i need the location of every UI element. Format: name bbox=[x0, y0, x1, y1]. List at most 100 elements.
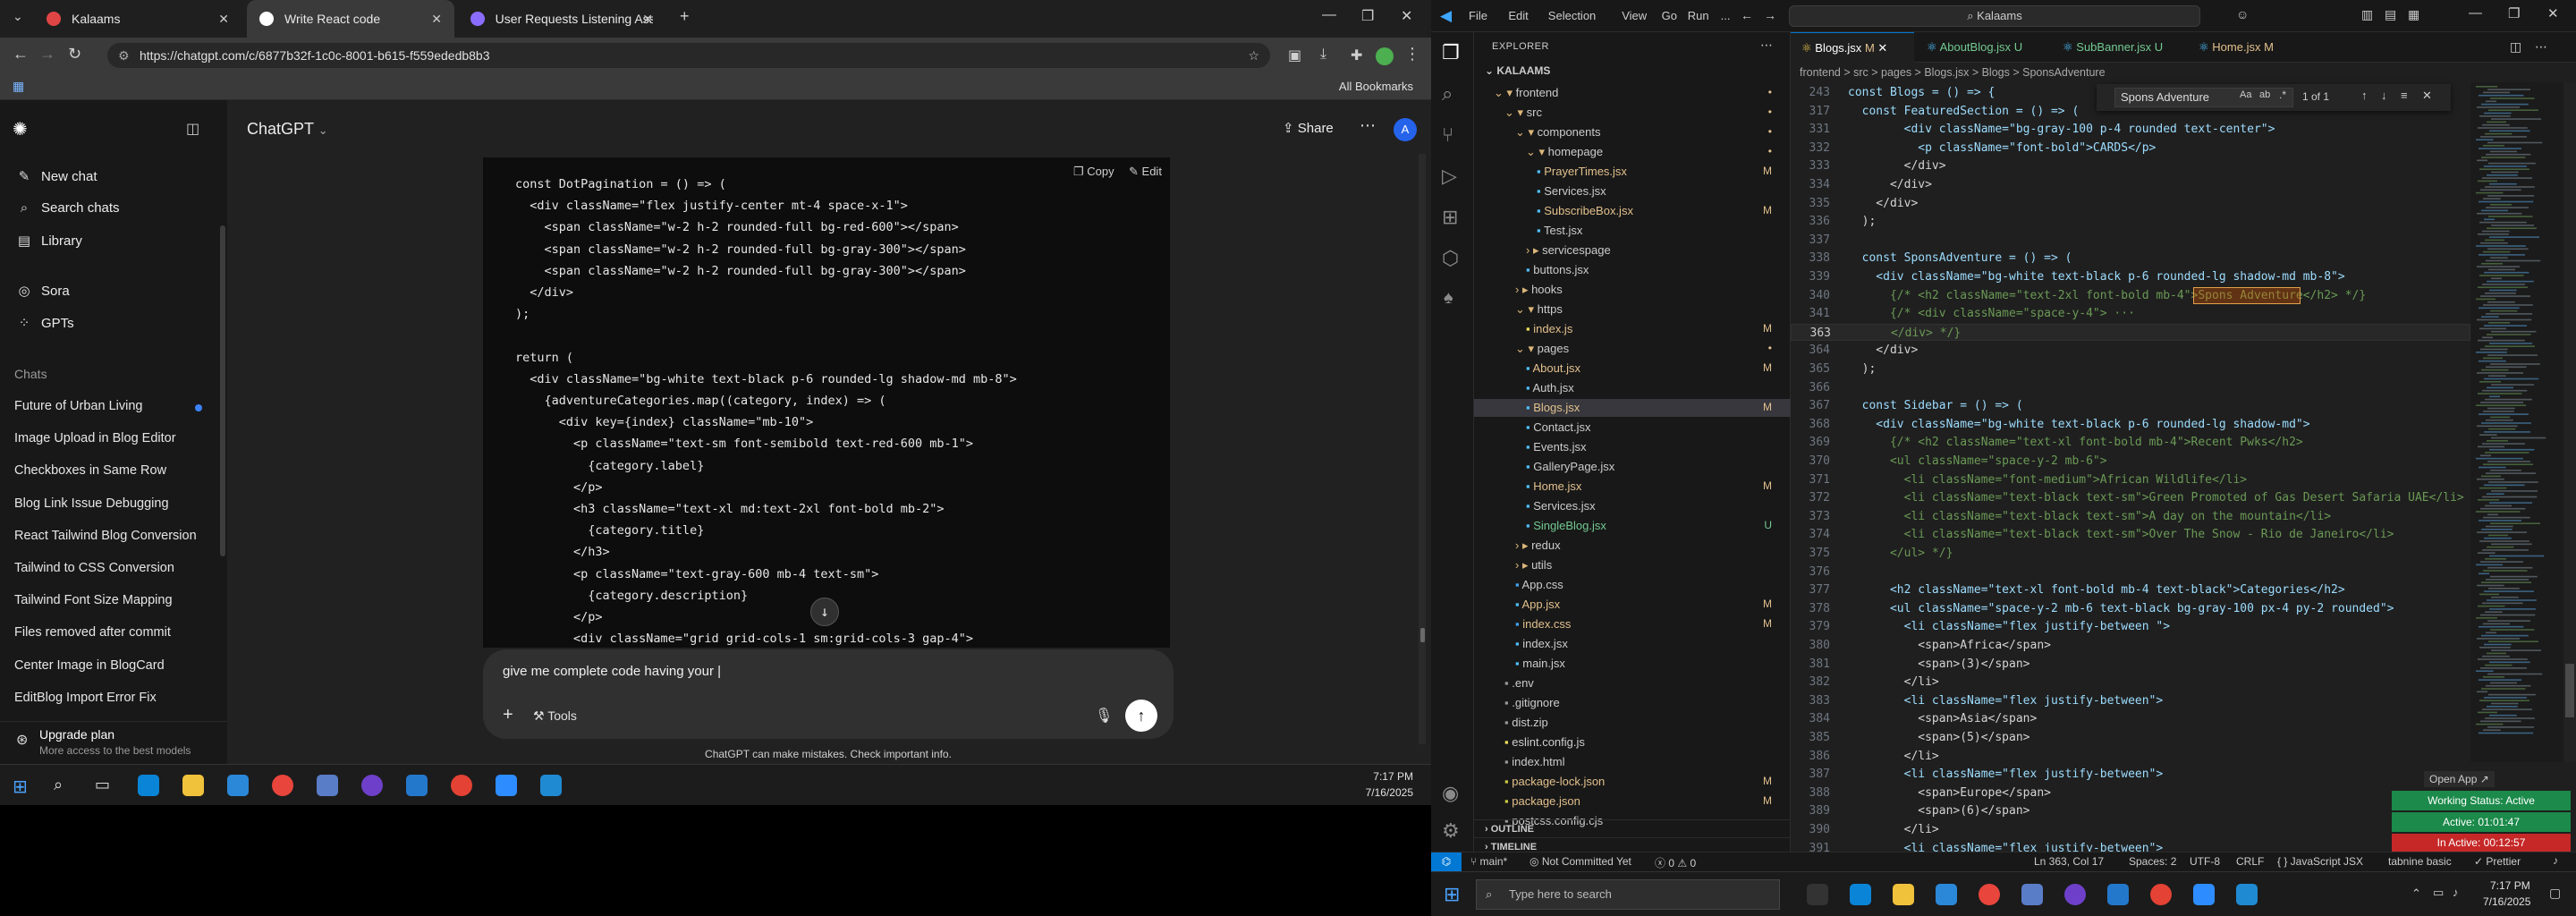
nav-sora[interactable]: ◎ Sora bbox=[14, 283, 69, 300]
split-editor-icon[interactable]: ◫ bbox=[2510, 39, 2521, 55]
code-line[interactable]: 366 bbox=[1791, 379, 2470, 396]
vscode-icon[interactable] bbox=[406, 775, 428, 796]
folder-item[interactable]: ⌄ ▾ components bbox=[1515, 125, 1600, 140]
search-icon[interactable]: ⌕ bbox=[1442, 82, 1453, 106]
nav-new-chat[interactable]: ✎ New chat bbox=[14, 168, 97, 185]
task-view-icon[interactable] bbox=[1807, 884, 1828, 905]
search-icon[interactable]: ⌕ bbox=[54, 776, 63, 794]
close-tab-icon[interactable]: ✕ bbox=[218, 12, 229, 27]
working-status-badge[interactable]: Working Status: Active bbox=[2392, 791, 2571, 810]
chat-history-item[interactable]: Image Upload in Blog Editor bbox=[14, 431, 176, 445]
send-button[interactable]: ↑ bbox=[1125, 700, 1157, 732]
share-button[interactable]: ⇪ Share bbox=[1283, 120, 1334, 136]
composer-input[interactable]: give me complete code having your | bbox=[503, 664, 721, 679]
code-line[interactable]: 369 {/* <h2 className="text-xl font-bold… bbox=[1791, 434, 2470, 451]
file-explorer-icon[interactable] bbox=[1893, 884, 1914, 905]
nav-gpts[interactable]: ⁘ GPTs bbox=[14, 315, 74, 332]
clock-time[interactable]: 7:17 PM bbox=[1373, 770, 1413, 783]
task-view-icon[interactable]: ▭ bbox=[95, 776, 110, 794]
minimize-icon[interactable]: — bbox=[1322, 7, 1336, 23]
chrome-menu-icon[interactable]: ⋮ bbox=[1404, 45, 1420, 64]
tab-user-requests[interactable]: User Requests Listening Assista ✕ bbox=[458, 0, 665, 38]
code-line[interactable]: 388 <span>Europe</span> bbox=[1791, 785, 2470, 802]
source-control-icon[interactable]: ⑂ bbox=[1442, 123, 1453, 147]
zoom-icon[interactable] bbox=[2193, 884, 2215, 905]
upgrade-plan[interactable]: ⊛ Upgrade plan More access to the best m… bbox=[0, 721, 227, 764]
clock-date[interactable]: 7/16/2025 bbox=[2483, 895, 2530, 908]
file-item[interactable]: ▪ Events.jsx bbox=[1526, 440, 1586, 454]
file-item[interactable]: ▪ Home.jsx bbox=[1526, 479, 1581, 493]
code-line[interactable]: 389 <span>(6)</span> bbox=[1791, 802, 2470, 819]
editor-tab-blogs[interactable]: ⚛ Blogs.jsx M ✕ bbox=[1791, 32, 1914, 63]
code-line[interactable]: 317 const FeaturedSection = () => ( bbox=[1791, 103, 2470, 120]
add-attachment-icon[interactable]: + bbox=[503, 705, 513, 725]
menu-item[interactable]: Go bbox=[1662, 9, 1677, 22]
folder-item[interactable]: ⌄ ▾ frontend bbox=[1494, 86, 1558, 100]
file-item[interactable]: ▪ index.js bbox=[1526, 322, 1572, 335]
menu-item[interactable]: Edit bbox=[1508, 9, 1528, 22]
edit-code-button[interactable]: ✎ Edit bbox=[1129, 165, 1162, 179]
mongodb-leaf-icon[interactable]: ♠ bbox=[1444, 288, 1453, 309]
code-line[interactable]: 372 <li className="text-black text-sm">G… bbox=[1791, 489, 2470, 506]
code-line[interactable]: 336 ); bbox=[1791, 213, 2470, 230]
editor-tab-subbanner[interactable]: ⚛ SubBanner.jsx U bbox=[2052, 32, 2186, 63]
menu-item[interactable]: Run bbox=[1688, 9, 1709, 22]
nav-library[interactable]: ▤ Library bbox=[14, 233, 82, 250]
editor-more-icon[interactable]: ⋯ bbox=[2535, 39, 2547, 55]
new-tab-icon[interactable]: + bbox=[680, 7, 690, 26]
code-editor[interactable]: 243 const Blogs = () => { 317 const Featur… bbox=[1791, 82, 2470, 852]
folder-item[interactable]: › ▸ servicespage bbox=[1526, 243, 1611, 258]
chat-history-item[interactable]: Future of Urban Living bbox=[14, 399, 142, 413]
remote-icon[interactable] bbox=[540, 775, 562, 796]
folder-item[interactable]: ⌄ ▾ https bbox=[1515, 302, 1563, 317]
back-icon[interactable]: ← bbox=[13, 45, 29, 64]
file-item[interactable]: ▪ buttons.jsx bbox=[1526, 263, 1589, 276]
code-line[interactable]: 387 <li className="flex justify-between"… bbox=[1791, 766, 2470, 783]
explorer-more-icon[interactable]: ⋯ bbox=[1760, 38, 1773, 53]
file-item[interactable]: ▪ package-lock.json bbox=[1504, 775, 1605, 788]
store-icon[interactable] bbox=[1936, 884, 1957, 905]
sidebar-toggle-icon[interactable]: ◫ bbox=[186, 120, 199, 138]
remote-icon[interactable]: ⬡ bbox=[1442, 247, 1459, 270]
code-line[interactable]: 371 <li className="font-medium">African … bbox=[1791, 471, 2470, 488]
nav-back-icon[interactable]: ← bbox=[1741, 8, 1753, 22]
chrome-profile-icon[interactable] bbox=[451, 775, 472, 796]
code-line[interactable]: 386 </li> bbox=[1791, 748, 2470, 765]
encoding[interactable]: UTF-8 bbox=[2190, 855, 2220, 868]
code-line[interactable]: 340 {/* <h2 className="text-2xl font-bol… bbox=[1791, 287, 2470, 304]
code-line[interactable]: 375 </ul> */} bbox=[1791, 545, 2470, 562]
edge-icon[interactable] bbox=[1850, 884, 1871, 905]
menu-item[interactable]: View bbox=[1622, 9, 1647, 22]
tools-button[interactable]: ⚒ Tools bbox=[533, 708, 577, 724]
file-item[interactable]: ▪ .env bbox=[1504, 676, 1534, 690]
more-options-icon[interactable]: ⋯ bbox=[1360, 116, 1376, 135]
folder-item[interactable]: › ▸ utils bbox=[1515, 558, 1552, 572]
code-line[interactable]: 373 <li className="text-black text-sm">A… bbox=[1791, 508, 2470, 525]
code-line[interactable]: 334 </div> bbox=[1791, 176, 2470, 193]
close-tab-icon[interactable]: ✕ bbox=[1877, 41, 1887, 55]
code-line[interactable]: 332 <p className="font-bold">CARDS</p> bbox=[1791, 140, 2470, 157]
layout-customize-icon[interactable]: ▦ bbox=[2408, 7, 2419, 22]
file-item[interactable]: ▪ About.jsx bbox=[1526, 361, 1580, 375]
language-mode[interactable]: { } JavaScript JSX bbox=[2277, 855, 2363, 868]
code-line[interactable]: 363 </div> */} bbox=[1791, 323, 2470, 341]
file-explorer-icon[interactable] bbox=[182, 775, 204, 796]
workspace-root[interactable]: ⌄ KALAAMS bbox=[1485, 64, 1550, 77]
chat-history-item[interactable]: Tailwind to CSS Conversion bbox=[14, 561, 174, 575]
folder-item[interactable]: ⌄ ▾ homepage bbox=[1526, 145, 1603, 159]
code-line[interactable]: 364 </div> bbox=[1791, 342, 2470, 359]
composer[interactable]: give me complete code having your | + ⚒ … bbox=[483, 649, 1174, 739]
code-line[interactable]: 338 const SponsAdventure = () => ( bbox=[1791, 250, 2470, 267]
zoom-icon[interactable] bbox=[496, 775, 517, 796]
code-line[interactable]: 333 </div> bbox=[1791, 157, 2470, 174]
profile-avatar[interactable] bbox=[1376, 47, 1394, 65]
code-line[interactable]: 365 ); bbox=[1791, 360, 2470, 377]
downloads-icon[interactable]: ⤓ bbox=[1320, 47, 1326, 63]
command-center-search[interactable]: ⌕ Kalaams bbox=[1789, 5, 2200, 27]
main-scrollbar-track[interactable] bbox=[1419, 154, 1426, 744]
code-line[interactable]: 243 const Blogs = () => { bbox=[1791, 84, 2470, 101]
folder-item[interactable]: ⌄ ▾ pages bbox=[1515, 342, 1569, 356]
extensions-icon[interactable]: ⊞ bbox=[1442, 206, 1458, 229]
close-tab-icon[interactable]: ✕ bbox=[431, 12, 442, 27]
editor-tab-home[interactable]: ⚛ Home.jsx M bbox=[2188, 32, 2304, 63]
